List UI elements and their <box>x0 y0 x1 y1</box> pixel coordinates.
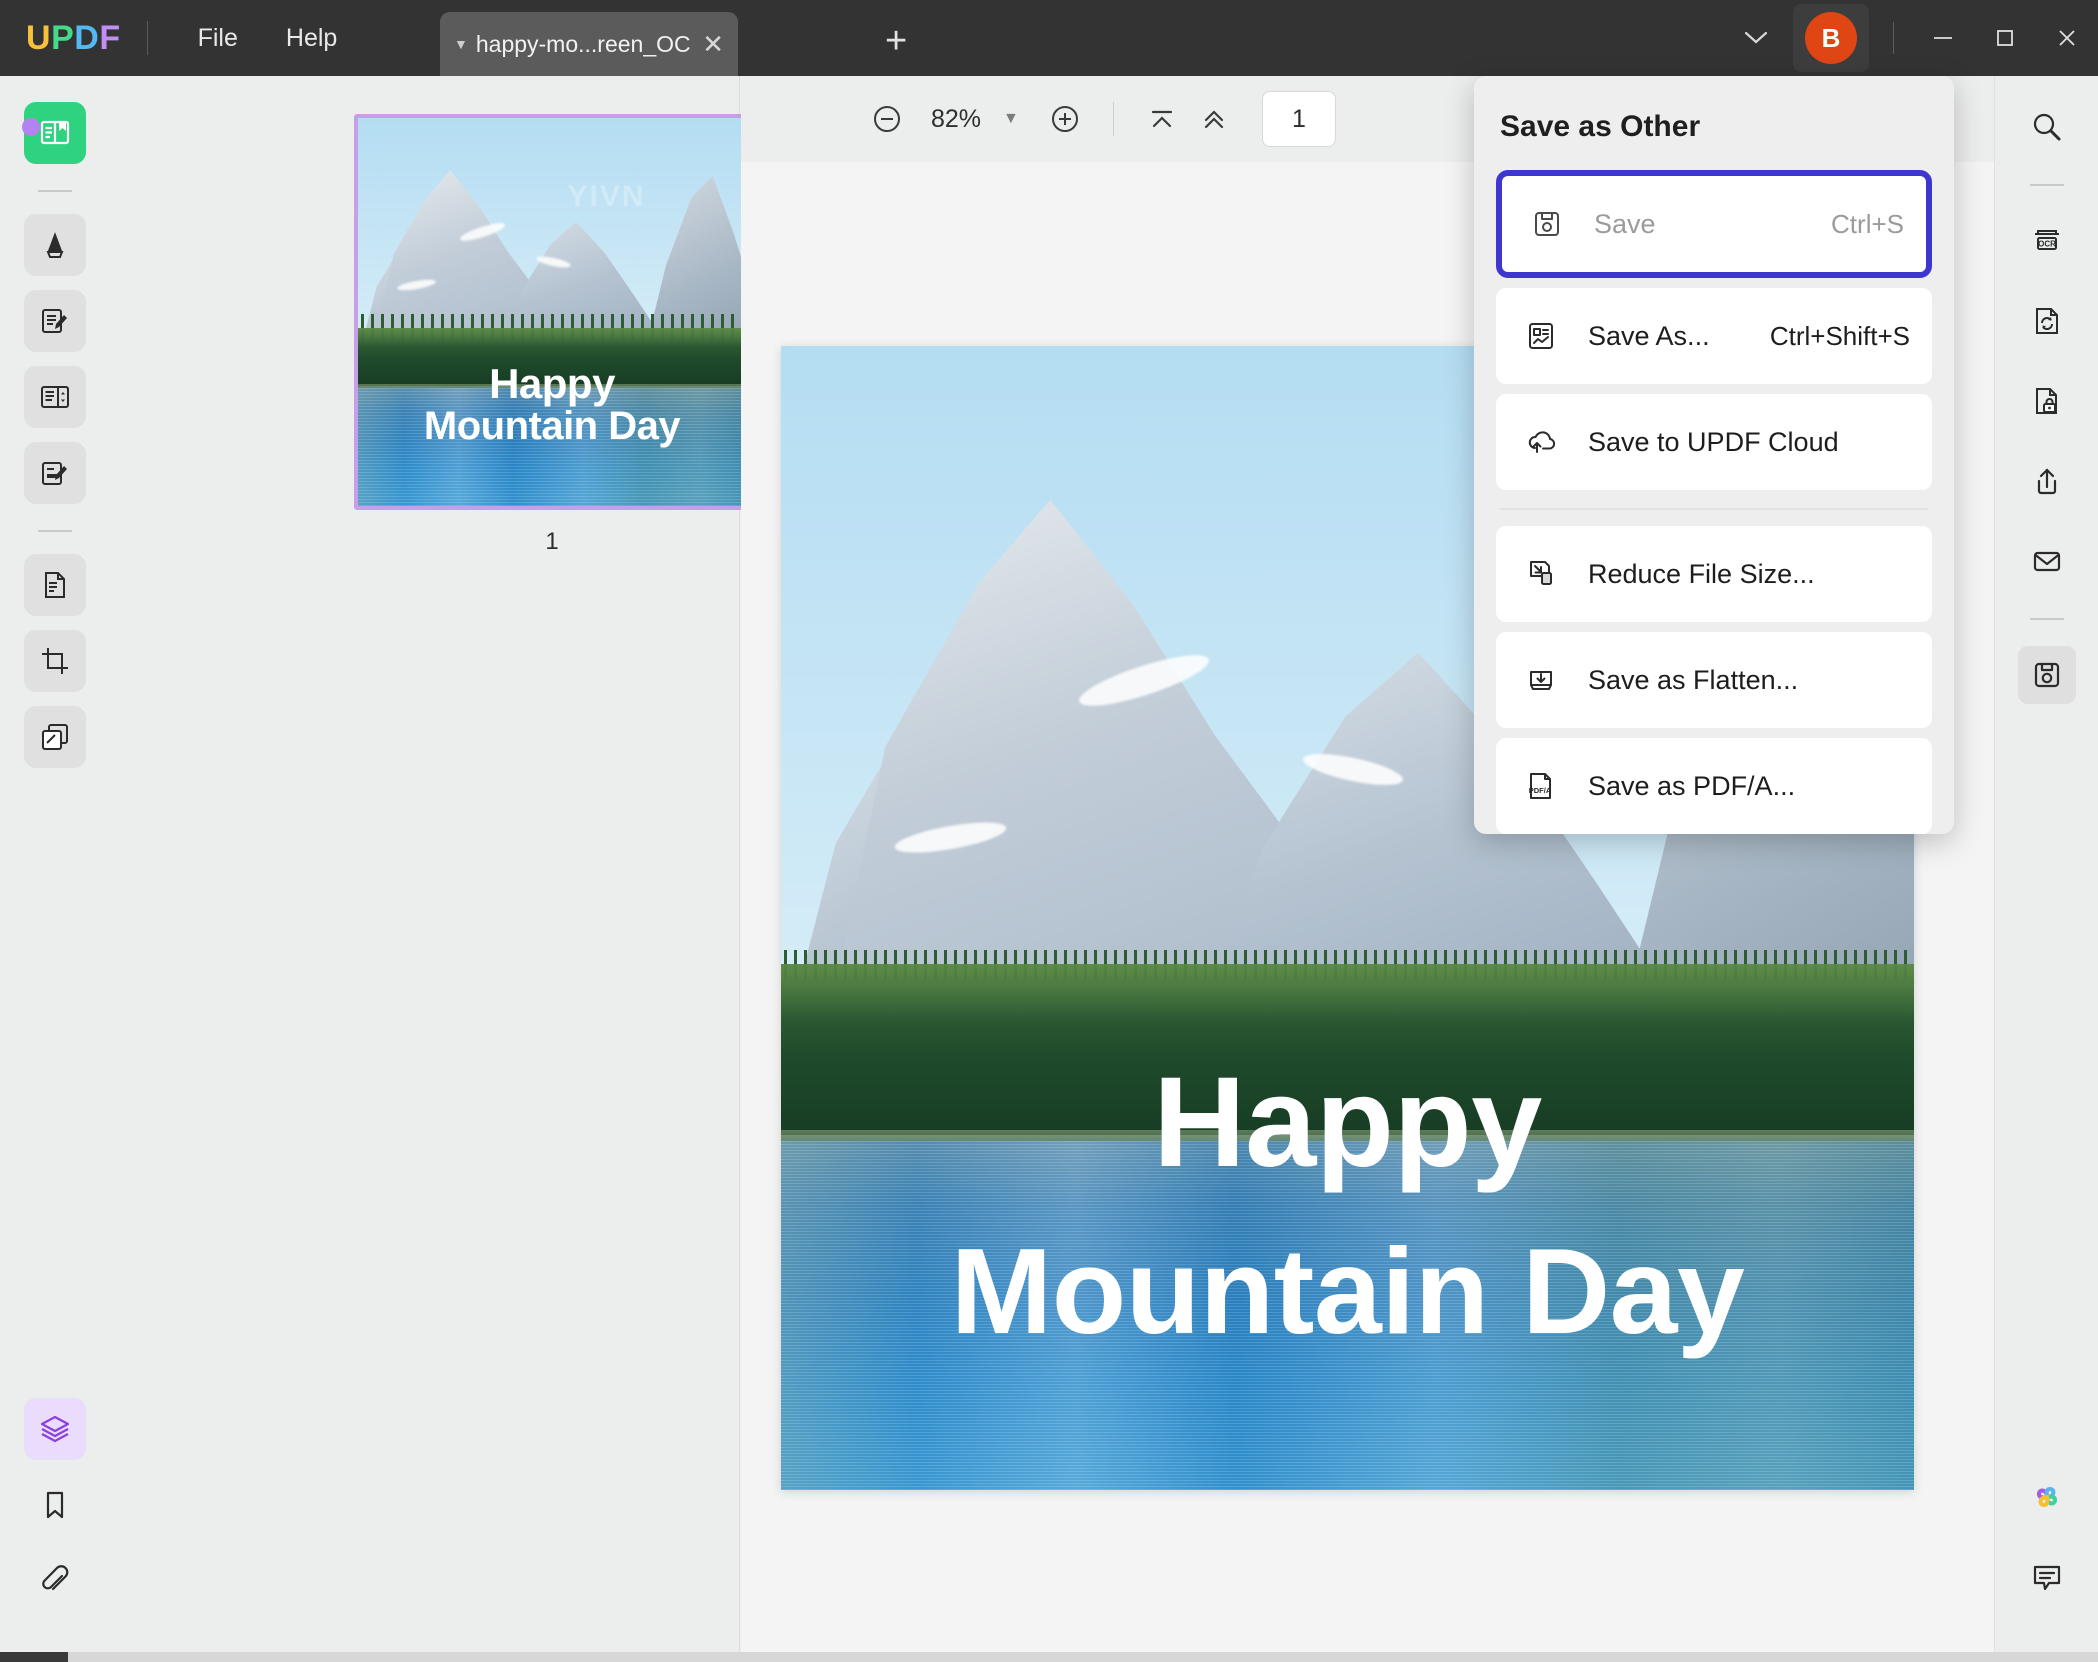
zoom-in-button[interactable] <box>1039 93 1091 145</box>
page-number-input[interactable]: 1 <box>1261 91 1336 147</box>
thumb-watermark: YIVN <box>567 180 646 214</box>
sidebar-item-bookmarks-panel[interactable] <box>24 1474 86 1536</box>
close-button[interactable] <box>2036 0 2098 76</box>
save-menu-divider <box>1500 508 1928 510</box>
first-page-button[interactable] <box>1136 93 1188 145</box>
avatar: B <box>1805 12 1857 64</box>
compress-icon <box>1518 557 1564 591</box>
menu-item-reduce-file-size-label: Reduce File Size... <box>1588 558 1815 589</box>
save-as-other-menu: Save as Other Save Ctrl+S Save As... Ctr… <box>1474 76 1954 834</box>
os-taskbar-sliver <box>0 1652 2098 1662</box>
sidebar-item-batch-tool[interactable] <box>24 706 86 768</box>
menu-item-save-to-cloud[interactable]: Save to UPDF Cloud <box>1496 394 1932 490</box>
sidebar-item-crop-tool[interactable] <box>24 630 86 692</box>
right-rail-bottom-group <box>2018 1468 2076 1662</box>
menu-item-save-as-pdfa[interactable]: PDF/A Save as PDF/A... <box>1496 738 1932 834</box>
save-tool-button[interactable] <box>2017 646 2076 704</box>
share-tool-button[interactable] <box>2018 452 2076 510</box>
save-menu-title: Save as Other <box>1500 110 1701 143</box>
menu-item-save-as[interactable]: Save As... Ctrl+Shift+S <box>1496 288 1932 384</box>
title-bar: U P D F File Help ▼ happy-mo...reen_OCR … <box>0 0 2098 76</box>
menu-item-save-as-flatten-label: Save as Flatten... <box>1588 664 1799 695</box>
maximize-button[interactable] <box>1974 0 2036 76</box>
zoom-level-value[interactable]: 82% <box>931 105 981 134</box>
menu-item-reduce-file-size[interactable]: Reduce File Size... <box>1496 526 1932 622</box>
menu-item-save-as-label: Save As... <box>1588 320 1710 351</box>
menu-file[interactable]: File <box>174 16 262 61</box>
thumbnail-page-number: 1 <box>545 528 559 555</box>
minimize-button[interactable] <box>1912 0 1974 76</box>
right-rail-divider-2 <box>2029 618 2064 620</box>
zoom-out-button[interactable] <box>861 93 913 145</box>
ocr-tool-button[interactable]: OCR <box>2018 212 2076 270</box>
svg-text:OCR: OCR <box>2038 240 2056 249</box>
tab-chevron-down-icon[interactable]: ▼ <box>454 36 468 52</box>
sidebar-item-edit-pdf-tool[interactable] <box>24 290 86 352</box>
thumb-heading-line1: Happy <box>489 360 615 408</box>
sidebar-item-attachments-panel[interactable] <box>24 1550 86 1612</box>
menu-item-save-to-cloud-label: Save to UPDF Cloud <box>1588 426 1839 457</box>
page-heading-line2: Mountain Day <box>950 1222 1745 1359</box>
convert-tool-button[interactable] <box>2018 292 2076 350</box>
comments-panel-button[interactable] <box>2018 1548 2076 1606</box>
sidebar-item-comment-tool[interactable] <box>24 214 86 276</box>
zoom-caret-down-icon[interactable]: ▼ <box>1003 110 1019 128</box>
ai-assistant-button[interactable] <box>2018 1468 2076 1526</box>
sidebar-item-convert-pdf-tool[interactable] <box>24 554 86 616</box>
floppy-save-icon <box>1524 207 1570 241</box>
sidebar-item-layers-panel[interactable] <box>24 1398 86 1460</box>
menu-item-save-label: Save <box>1594 208 1656 239</box>
flatten-icon <box>1518 663 1564 697</box>
tab-close-icon[interactable]: ✕ <box>702 31 724 57</box>
save-as-icon <box>1518 319 1564 353</box>
page-heading-line1: Happy <box>1153 1051 1542 1195</box>
new-tab-plus-icon[interactable]: + <box>885 22 907 60</box>
window-controls-divider <box>1893 22 1894 54</box>
status-indicator-dot <box>22 118 40 136</box>
menu-help[interactable]: Help <box>262 16 361 61</box>
cloud-upload-icon <box>1518 425 1564 459</box>
menu-item-save-shortcut: Ctrl+S <box>1831 208 1904 239</box>
svg-text:PDF/A: PDF/A <box>1529 786 1552 795</box>
title-divider <box>146 21 148 55</box>
user-account-button[interactable]: B <box>1793 4 1869 72</box>
menu-item-save-as-flatten[interactable]: Save as Flatten... <box>1496 632 1932 728</box>
zoom-controls: 82% ▼ 1 <box>861 91 1336 147</box>
logo-letter-u: U <box>26 18 52 57</box>
thumbnail-scene: YIVN Happy Mountain Day <box>358 118 746 506</box>
menu-item-save-as-shortcut: Ctrl+Shift+S <box>1769 320 1910 351</box>
search-tool-button[interactable] <box>2018 98 2076 156</box>
thumbnail-panel: YIVN Happy Mountain Day 1 <box>110 76 750 1662</box>
rail-divider-1 <box>38 190 72 192</box>
menu-item-save-as-pdfa-label: Save as PDF/A... <box>1588 770 1796 801</box>
right-tool-rail: OCR <box>1994 76 2098 1662</box>
window-controls: B <box>1725 0 2098 76</box>
menu-item-save[interactable]: Save Ctrl+S <box>1496 170 1932 278</box>
logo-letter-d: D <box>74 18 100 57</box>
page-thumbnail[interactable]: YIVN Happy Mountain Day <box>354 114 750 510</box>
sidebar-item-page-edit-tool[interactable] <box>24 366 86 428</box>
titlebar-chevron-down-icon[interactable] <box>1725 15 1787 61</box>
thumb-forest-highlight <box>358 327 746 347</box>
protect-tool-button[interactable] <box>2018 372 2076 430</box>
left-tool-rail <box>0 76 110 1662</box>
logo-letter-p: P <box>51 18 75 57</box>
previous-page-button[interactable] <box>1188 93 1240 145</box>
page-forest-highlight <box>781 963 1914 1021</box>
updf-application-window: U P D F File Help ▼ happy-mo...reen_OCR … <box>0 0 2098 1662</box>
right-rail-divider-1 <box>2029 184 2064 186</box>
thumb-heading-line2: Mountain Day <box>423 404 681 449</box>
logo-letter-f: F <box>99 18 121 57</box>
pdfa-icon: PDF/A <box>1518 769 1564 803</box>
email-tool-button[interactable] <box>2018 532 2076 590</box>
updf-logo: U P D F <box>26 19 121 58</box>
taskbar-left-edge <box>0 1652 68 1662</box>
rail-divider-2 <box>38 530 72 532</box>
left-rail-bottom-group <box>24 1398 86 1662</box>
sidebar-item-annotate-tool[interactable] <box>24 442 86 504</box>
document-tab[interactable]: ▼ happy-mo...reen_OCR ✕ <box>440 12 738 76</box>
tab-title: happy-mo...reen_OCR <box>475 30 693 57</box>
toolbar-divider <box>1112 102 1114 136</box>
